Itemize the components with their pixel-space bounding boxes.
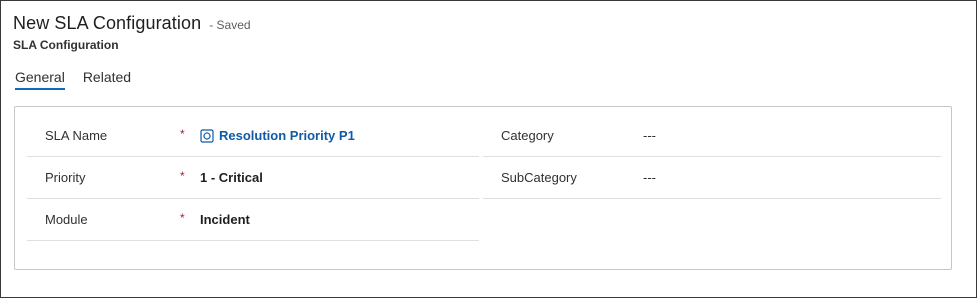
page-title: New SLA Configuration [13,13,202,33]
module-value[interactable]: Incident [200,212,250,227]
field-module: Module * Incident [27,199,479,241]
field-label: SLA Name [45,128,108,143]
required-indicator: * [180,211,185,225]
category-value[interactable]: --- [643,128,656,143]
required-indicator: * [180,127,185,141]
required-indicator: * [180,169,185,183]
field-label: SubCategory [501,170,577,185]
tab-general[interactable]: General [15,69,65,90]
window-frame: New SLA Configuration - Saved SLA Config… [0,0,977,298]
general-section: SLA Name * Resolution Priority P1 Priori… [14,106,952,270]
entity-type-label: SLA Configuration [13,38,119,52]
sla-name-lookup-link[interactable]: Resolution Priority P1 [200,128,355,143]
field-label: Category [501,128,554,143]
field-label: Priority [45,170,86,185]
tab-bar: General Related [15,69,131,90]
field-priority: Priority * 1 - Critical [27,157,479,199]
title-row: New SLA Configuration - Saved [13,13,964,34]
sla-name-value: Resolution Priority P1 [219,128,355,143]
right-column: Category --- SubCategory --- [483,115,941,199]
left-column: SLA Name * Resolution Priority P1 Priori… [27,115,479,241]
field-sla-name: SLA Name * Resolution Priority P1 [27,115,479,157]
subcategory-value[interactable]: --- [643,170,656,185]
field-category: Category --- [483,115,941,157]
field-subcategory: SubCategory --- [483,157,941,199]
tab-related[interactable]: Related [83,69,131,90]
field-label: Module [45,212,88,227]
save-status: - Saved [209,18,251,32]
form-header: New SLA Configuration - Saved SLA Config… [13,13,964,52]
lookup-record-icon [200,128,214,143]
priority-value[interactable]: 1 - Critical [200,170,263,185]
